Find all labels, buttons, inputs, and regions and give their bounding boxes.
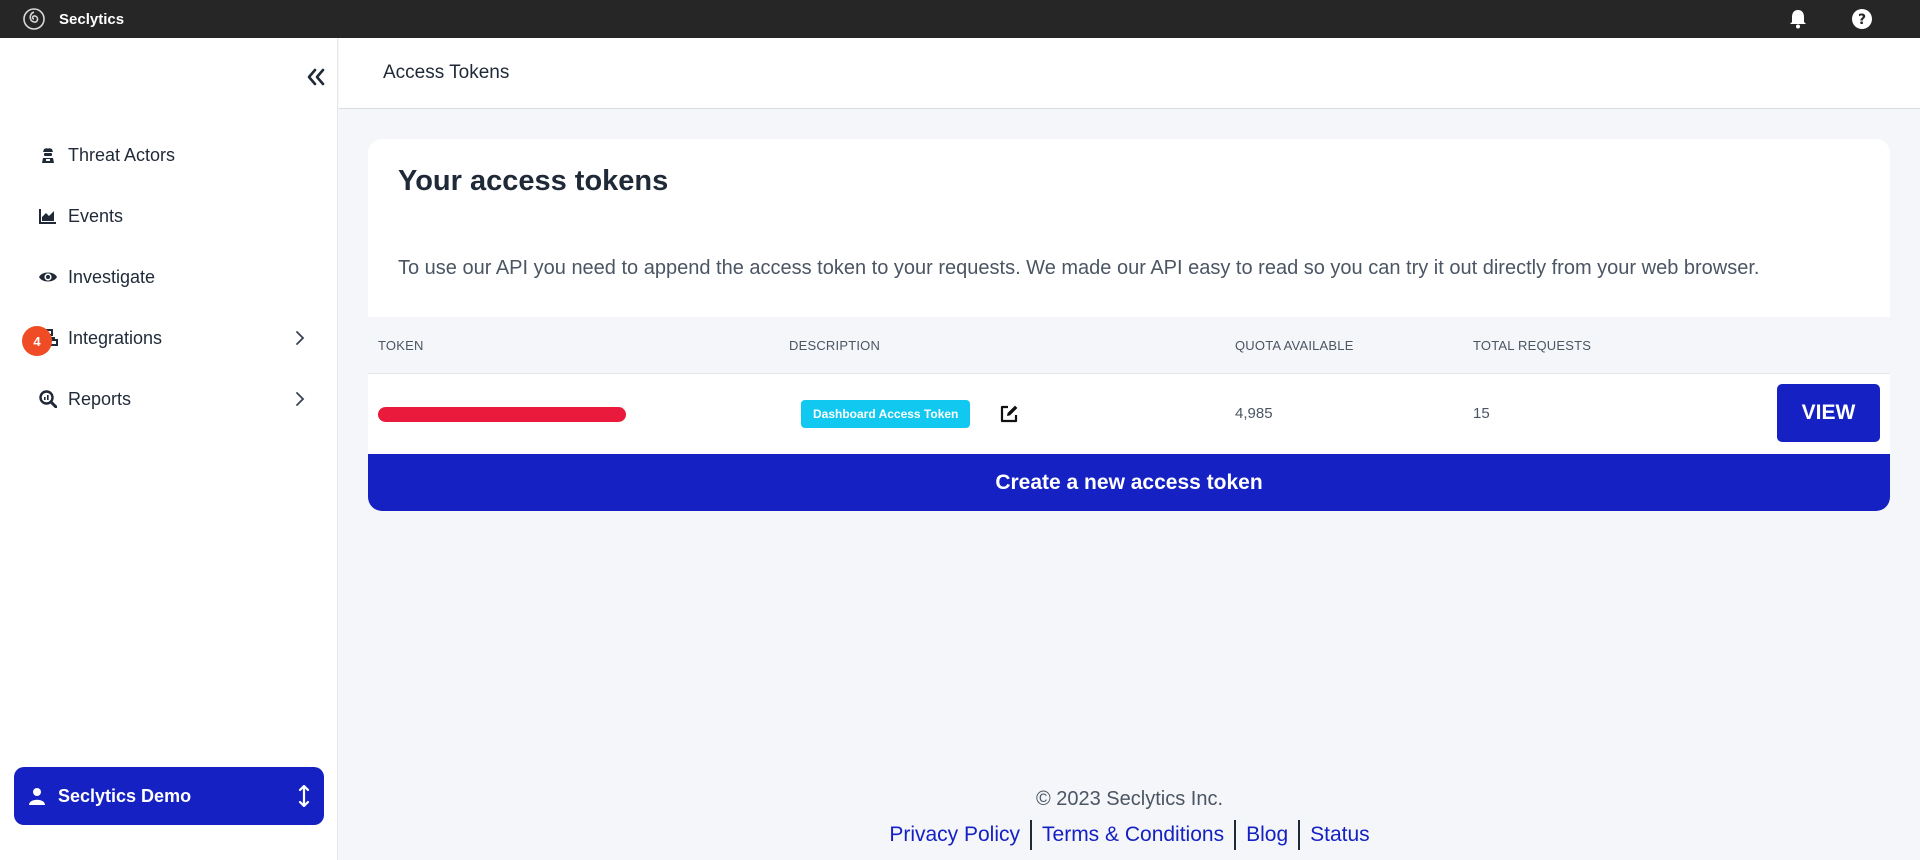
brand[interactable]: Seclytics bbox=[22, 7, 124, 31]
sidebar-item-events[interactable]: Events bbox=[38, 196, 310, 236]
terms-link[interactable]: Terms & Conditions bbox=[1032, 820, 1234, 850]
edit-icon[interactable] bbox=[998, 403, 1020, 425]
app-name: Seclytics bbox=[59, 10, 125, 28]
seclytics-logo-icon bbox=[22, 7, 46, 31]
total-requests-value: 15 bbox=[1473, 405, 1490, 422]
blog-link[interactable]: Blog bbox=[1236, 820, 1298, 850]
sidebar-item-label: Reports bbox=[68, 388, 132, 409]
sidebar-item-label: Integrations bbox=[68, 327, 163, 348]
copyright-text: © 2023 Seclytics Inc. bbox=[1035, 788, 1224, 810]
footer-links: Privacy Policy Terms & Conditions Blog S… bbox=[339, 820, 1920, 850]
redaction-mark bbox=[378, 407, 626, 422]
sidebar-item-label: Events bbox=[68, 205, 124, 226]
column-header-token: TOKEN bbox=[378, 338, 424, 353]
svg-text:?: ? bbox=[1858, 12, 1866, 28]
sidebar-item-label: Investigate bbox=[68, 266, 156, 287]
table-row: Dashboard Access Token 4,985 15 VIEW bbox=[368, 374, 1890, 454]
help-icon[interactable]: ? bbox=[1850, 7, 1874, 31]
eye-icon bbox=[38, 267, 58, 287]
sidebar-item-reports[interactable]: Reports bbox=[38, 379, 310, 419]
sidebar-item-threat-actors[interactable]: Threat Actors bbox=[38, 135, 310, 175]
access-tokens-card: Your access tokens To use our API you ne… bbox=[368, 139, 1890, 511]
sidebar-item-integrations[interactable]: Integrations bbox=[38, 318, 310, 358]
notification-badge: 4 bbox=[22, 326, 52, 356]
account-switcher-button[interactable]: Seclytics Demo bbox=[14, 767, 324, 825]
chevron-right-icon bbox=[290, 389, 310, 409]
quota-available-value: 4,985 bbox=[1235, 405, 1273, 422]
column-header-description: DESCRIPTION bbox=[789, 338, 881, 353]
user-icon bbox=[26, 785, 48, 807]
threat-actor-icon bbox=[38, 145, 58, 165]
status-link[interactable]: Status bbox=[1300, 820, 1380, 850]
card-description: To use our API you need to append the ac… bbox=[398, 257, 1760, 279]
page-header: Access Tokens bbox=[339, 38, 1920, 109]
area-chart-icon bbox=[38, 206, 58, 226]
sidebar: Threat Actors Events Investigate 4 Integ… bbox=[0, 38, 338, 860]
view-button[interactable]: VIEW bbox=[1777, 384, 1880, 442]
bell-icon[interactable] bbox=[1786, 7, 1810, 31]
card-title: Your access tokens bbox=[398, 165, 669, 197]
table-header: TOKEN DESCRIPTION QUOTA AVAILABLE TOTAL … bbox=[368, 317, 1890, 374]
vertical-arrows-icon bbox=[294, 784, 314, 808]
column-header-total-requests: TOTAL REQUESTS bbox=[1473, 338, 1592, 353]
sidebar-item-label: Threat Actors bbox=[68, 144, 176, 165]
page-title: Access Tokens bbox=[383, 62, 510, 83]
search-report-icon bbox=[38, 389, 58, 409]
chevron-right-icon bbox=[290, 328, 310, 348]
description-tag[interactable]: Dashboard Access Token bbox=[801, 400, 971, 428]
token-value bbox=[378, 405, 626, 423]
sidebar-item-investigate[interactable]: Investigate bbox=[38, 257, 310, 297]
account-name: Seclytics Demo bbox=[58, 785, 192, 806]
top-bar: Seclytics ? bbox=[0, 0, 1920, 38]
create-token-button[interactable]: Create a new access token bbox=[368, 454, 1890, 511]
column-header-quota-available: QUOTA AVAILABLE bbox=[1235, 338, 1354, 353]
collapse-sidebar-icon[interactable] bbox=[302, 64, 330, 90]
privacy-policy-link[interactable]: Privacy Policy bbox=[879, 820, 1030, 850]
